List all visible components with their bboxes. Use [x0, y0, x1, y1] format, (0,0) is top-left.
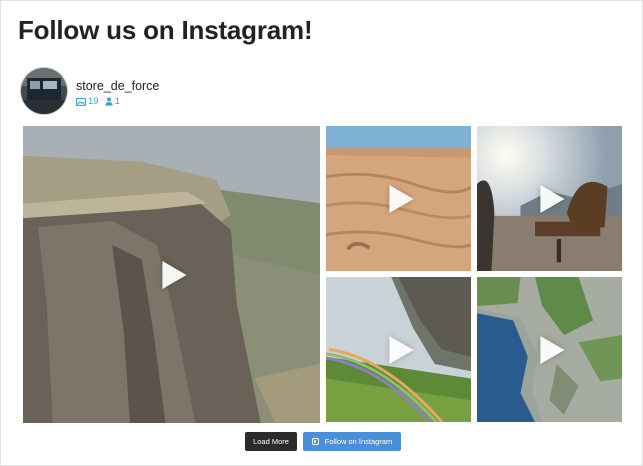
instagram-feed-widget: Follow us on Instagram! store_de_force 1…	[0, 0, 643, 466]
image-icon	[76, 97, 86, 106]
posts-stat: 19	[76, 96, 99, 107]
feed-post-waterfall-rainbow[interactable]	[326, 277, 471, 422]
feed-post-terrace-sunset[interactable]	[477, 126, 622, 271]
feed-post-cliff-canyon[interactable]	[23, 126, 320, 423]
feed-post-aerial-coast[interactable]	[477, 277, 622, 422]
instagram-icon	[311, 438, 319, 445]
profile-avatar[interactable]	[20, 67, 68, 115]
play-icon	[539, 184, 564, 213]
load-more-label: Load More	[253, 437, 289, 446]
user-icon	[104, 97, 113, 106]
play-icon	[388, 184, 413, 213]
profile-username[interactable]: store_de_force	[76, 79, 159, 93]
feed-post-sand-dunes[interactable]	[326, 126, 471, 271]
play-icon	[161, 260, 186, 289]
posts-count: 19	[88, 96, 99, 107]
follow-on-instagram-button[interactable]: Follow on Instagram	[303, 432, 401, 451]
profile-stats: 19 1	[76, 96, 120, 107]
play-icon	[388, 335, 413, 364]
follow-label: Follow on Instagram	[324, 437, 393, 446]
feed-heading: Follow us on Instagram!	[18, 15, 313, 45]
followers-count: 1	[114, 96, 120, 107]
play-icon	[539, 335, 564, 364]
followers-stat: 1	[104, 96, 120, 107]
load-more-button[interactable]: Load More	[245, 432, 297, 451]
